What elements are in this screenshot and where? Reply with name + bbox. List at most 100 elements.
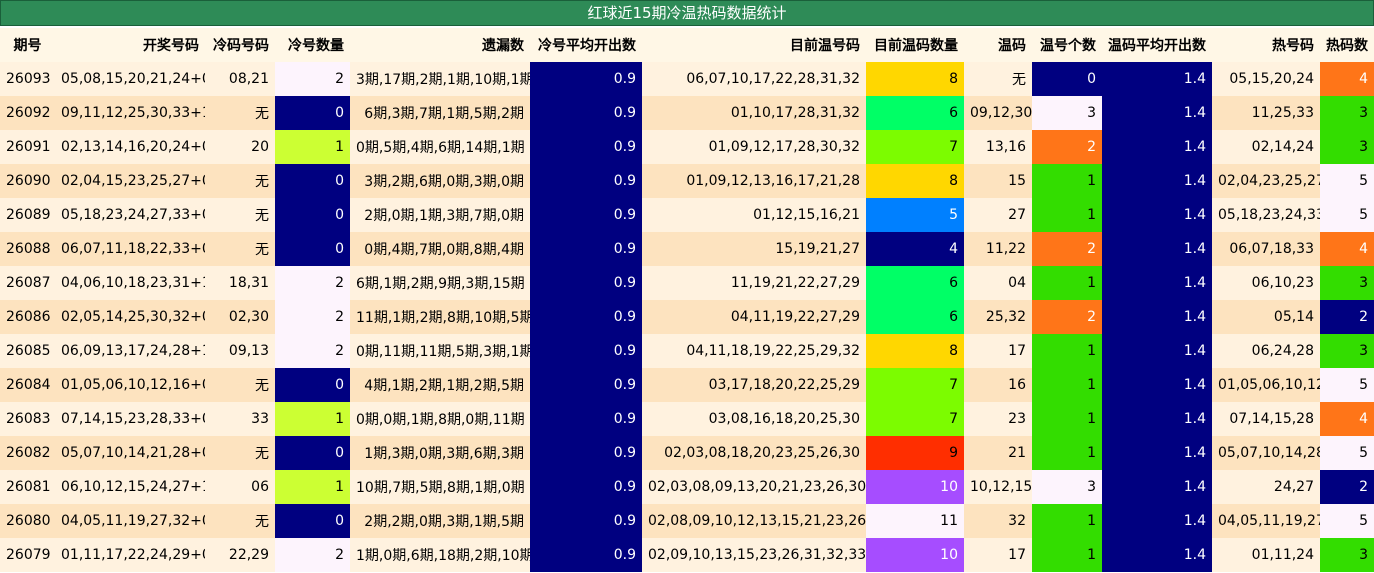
cell-draw: 04,06,10,18,23,31+11 (55, 266, 205, 300)
table-row: 26080 04,05,11,19,27,32+01 无 0 2期,2期,0期,3期,1… (0, 504, 1374, 538)
cell-hot: 02,14,24 (1212, 130, 1320, 164)
cell-cold-avg: 0.9 (530, 62, 642, 96)
cell-period: 26079 (0, 538, 55, 572)
cell-cold: 02,30 (205, 300, 275, 334)
cell-cold-avg: 0.9 (530, 504, 642, 538)
cell-warm-count: 1 (1032, 198, 1102, 232)
cell-period: 26093 (0, 62, 55, 96)
table-row: 26091 02,13,14,16,20,24+05 20 1 0期,5期,4期,6期,… (0, 130, 1374, 164)
col-header-cold-avg: 冷号平均开出数 (530, 28, 642, 62)
cell-warm: 04 (964, 266, 1032, 300)
cell-cold-avg: 0.9 (530, 96, 642, 130)
cell-warm-avg: 1.4 (1102, 402, 1212, 436)
table-row: 26088 06,07,11,18,22,33+05 无 0 0期,4期,7期,0期,8… (0, 232, 1374, 266)
table-row: 26084 01,05,06,10,12,16+05 无 0 4期,1期,2期,1期,2… (0, 368, 1374, 402)
cell-period: 26087 (0, 266, 55, 300)
cell-warm-count: 1 (1032, 164, 1102, 198)
cell-warm-now-count: 8 (866, 164, 964, 198)
cell-warm-avg: 1.4 (1102, 164, 1212, 198)
table-row: 26081 06,10,12,15,24,27+12 06 1 10期,7期,5期,8期… (0, 470, 1374, 504)
cell-warm: 21 (964, 436, 1032, 470)
table-row: 26079 01,11,17,22,24,29+04 22,29 2 1期,0期,6期,… (0, 538, 1374, 572)
cell-period: 26080 (0, 504, 55, 538)
cell-warm-now: 02,08,09,10,12,13,15,21,23,26,30 (642, 504, 866, 538)
cell-warm-avg: 1.4 (1102, 368, 1212, 402)
cell-cold: 20 (205, 130, 275, 164)
table-row: 26082 05,07,10,14,21,28+04 无 0 1期,3期,0期,3期,6… (0, 436, 1374, 470)
cell-warm-now: 01,12,15,16,21 (642, 198, 866, 232)
cell-period: 26089 (0, 198, 55, 232)
cell-warm-avg: 1.4 (1102, 198, 1212, 232)
cell-hot: 24,27 (1212, 470, 1320, 504)
cell-warm-now: 01,09,12,17,28,30,32 (642, 130, 866, 164)
cell-draw: 02,05,14,25,30,32+05 (55, 300, 205, 334)
cell-period: 26092 (0, 96, 55, 130)
cell-cold-count: 1 (275, 402, 350, 436)
cell-warm-avg: 1.4 (1102, 96, 1212, 130)
cell-hot: 01,11,24 (1212, 538, 1320, 572)
cell-cold: 22,29 (205, 538, 275, 572)
table-title: 红球近15期冷温热码数据统计 (0, 0, 1374, 26)
cell-hot-count: 3 (1320, 130, 1374, 164)
cell-warm-count: 1 (1032, 504, 1102, 538)
cell-hot: 06,24,28 (1212, 334, 1320, 368)
cell-warm-count: 3 (1032, 96, 1102, 130)
cell-cold-avg: 0.9 (530, 368, 642, 402)
cell-hot-count: 3 (1320, 538, 1374, 572)
cell-cold: 无 (205, 198, 275, 232)
cell-hot-count: 4 (1320, 62, 1374, 96)
cell-hot: 11,25,33 (1212, 96, 1320, 130)
table-row: 26087 04,06,10,18,23,31+11 18,31 2 6期,1期,2期,… (0, 266, 1374, 300)
cell-cold: 33 (205, 402, 275, 436)
cell-miss: 0期,4期,7期,0期,8期,4期 (350, 232, 530, 266)
cell-cold: 09,13 (205, 334, 275, 368)
cell-warm-avg: 1.4 (1102, 62, 1212, 96)
cell-warm: 17 (964, 538, 1032, 572)
cell-miss: 11期,1期,2期,8期,10期,5期 (350, 300, 530, 334)
table-row: 26085 06,09,13,17,24,28+15 09,13 2 0期,11期,11… (0, 334, 1374, 368)
cell-warm-now-count: 8 (866, 62, 964, 96)
cell-warm-avg: 1.4 (1102, 470, 1212, 504)
cell-period: 26086 (0, 300, 55, 334)
cell-hot: 05,18,23,24,33 (1212, 198, 1320, 232)
cell-miss: 4期,1期,2期,1期,2期,5期 (350, 368, 530, 402)
cell-warm-now-count: 4 (866, 232, 964, 266)
header-row: 期号 开奖号码 冷码号码 冷号数量 遗漏数 冷号平均开出数 目前温号码 目前温码… (0, 28, 1374, 62)
cell-warm-now-count: 5 (866, 198, 964, 232)
cell-cold: 无 (205, 368, 275, 402)
cell-cold-avg: 0.9 (530, 470, 642, 504)
cell-hot-count: 2 (1320, 470, 1374, 504)
cell-cold-count: 0 (275, 436, 350, 470)
cell-warm-now: 11,19,21,22,27,29 (642, 266, 866, 300)
cell-warm-now: 15,19,21,27 (642, 232, 866, 266)
cell-draw: 09,11,12,25,30,33+11 (55, 96, 205, 130)
cell-warm-now-count: 7 (866, 130, 964, 164)
cell-draw: 06,07,11,18,22,33+05 (55, 232, 205, 266)
cell-warm-now: 03,17,18,20,22,25,29 (642, 368, 866, 402)
cell-cold-count: 0 (275, 504, 350, 538)
cell-warm: 25,32 (964, 300, 1032, 334)
cell-warm: 15 (964, 164, 1032, 198)
col-header-hot: 热号码 (1212, 28, 1320, 62)
cell-warm-now: 06,07,10,17,22,28,31,32 (642, 62, 866, 96)
col-header-warm-avg: 温码平均开出数 (1102, 28, 1212, 62)
cell-warm-count: 1 (1032, 436, 1102, 470)
cell-cold-avg: 0.9 (530, 402, 642, 436)
cell-cold-count: 0 (275, 164, 350, 198)
cell-warm-avg: 1.4 (1102, 504, 1212, 538)
cell-draw: 06,09,13,17,24,28+15 (55, 334, 205, 368)
col-header-cold: 冷码号码 (205, 28, 275, 62)
cell-warm-avg: 1.4 (1102, 436, 1212, 470)
cell-cold-avg: 0.9 (530, 232, 642, 266)
cell-cold-avg: 0.9 (530, 164, 642, 198)
cell-warm-now-count: 11 (866, 504, 964, 538)
cell-draw: 01,05,06,10,12,16+05 (55, 368, 205, 402)
cell-warm-count: 1 (1032, 266, 1102, 300)
cell-cold: 06 (205, 470, 275, 504)
cell-cold: 无 (205, 232, 275, 266)
cell-cold-avg: 0.9 (530, 198, 642, 232)
cell-period: 26082 (0, 436, 55, 470)
cell-miss: 3期,17期,2期,1期,10期,1期 (350, 62, 530, 96)
cell-draw: 06,10,12,15,24,27+12 (55, 470, 205, 504)
cell-cold-avg: 0.9 (530, 300, 642, 334)
